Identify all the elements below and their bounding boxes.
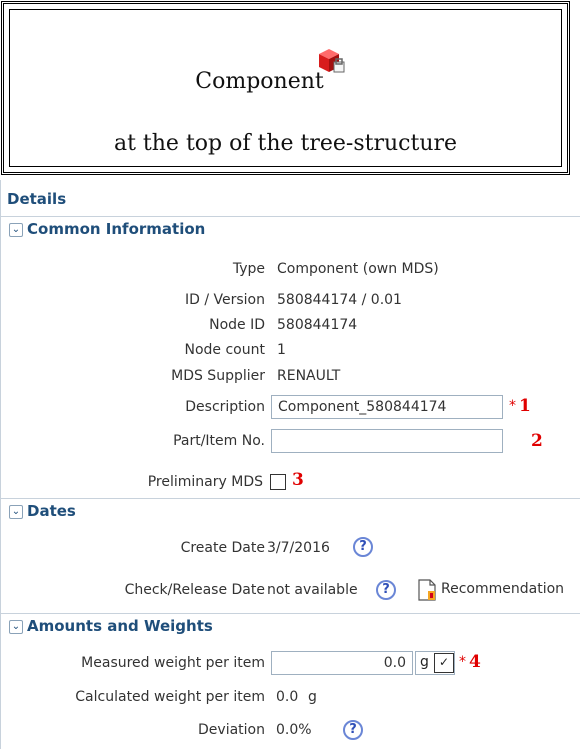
measured-weight-marker: 4 [469, 652, 481, 672]
description-input[interactable] [271, 395, 503, 419]
check-release-date-value: not available [267, 582, 358, 598]
section-dates-label: Dates [27, 502, 76, 520]
measured-required-star: * [459, 654, 466, 670]
measured-weight-input[interactable] [271, 651, 413, 675]
header-box: Component at the top of the tree-structu… [1, 1, 570, 175]
section-common-information[interactable]: ⌄ Common Information [1, 216, 580, 245]
mds-supplier-label: MDS Supplier [171, 368, 265, 384]
header-title: Component [4, 69, 567, 94]
check-release-date-label: Check/Release Date [124, 582, 265, 598]
component-cube-icon [319, 49, 345, 73]
description-required-star: * [509, 398, 516, 414]
details-title: Details [7, 190, 67, 208]
collapse-chevron-icon[interactable]: ⌄ [9, 223, 23, 237]
create-date-value: 3/7/2016 [267, 540, 330, 556]
node-id-value: 580844174 [277, 317, 358, 333]
chevron-down-icon[interactable]: ✓ [434, 653, 454, 673]
section-dates[interactable]: ⌄ Dates [1, 498, 580, 527]
part-item-input[interactable] [271, 429, 503, 453]
calculated-weight-value: 0.0 [276, 689, 299, 705]
section-amounts-weights[interactable]: ⌄ Amounts and Weights [1, 613, 580, 642]
create-date-label: Create Date [180, 540, 265, 556]
id-version-value: 580844174 / 0.01 [277, 292, 402, 308]
deviation-value: 0.0% [276, 722, 312, 738]
help-icon[interactable]: ? [353, 537, 373, 557]
preliminary-mds-checkbox[interactable] [270, 474, 286, 490]
recommendation-document-icon[interactable] [418, 579, 436, 601]
part-item-label: Part/Item No. [173, 433, 265, 449]
description-marker: 1 [519, 396, 531, 416]
part-item-marker: 2 [531, 431, 543, 451]
calculated-weight-unit: g [308, 689, 317, 705]
node-id-label: Node ID [209, 317, 265, 333]
deviation-label: Deviation [198, 722, 265, 738]
type-label: Type [232, 261, 265, 277]
header-title-text: Component [195, 69, 324, 94]
help-icon[interactable]: ? [376, 580, 396, 600]
recommendation-link[interactable]: Recommendation [441, 581, 564, 597]
header-subtitle: at the top of the tree-structure [113, 131, 458, 156]
details-panel: Details ⌄ Common Information Type Compon… [0, 180, 580, 749]
section-amounts-label: Amounts and Weights [27, 617, 213, 635]
preliminary-mds-label: Preliminary MDS [147, 474, 263, 490]
collapse-chevron-icon[interactable]: ⌄ [9, 505, 23, 519]
help-icon[interactable]: ? [343, 720, 363, 740]
id-version-label: ID / Version [184, 292, 265, 308]
section-common-label: Common Information [27, 220, 206, 238]
mds-supplier-value: RENAULT [277, 368, 341, 384]
node-count-value: 1 [277, 342, 286, 358]
collapse-chevron-icon[interactable]: ⌄ [9, 620, 23, 634]
node-count-label: Node count [184, 342, 266, 358]
weight-unit-value: g [420, 654, 429, 670]
measured-weight-label: Measured weight per item [81, 655, 265, 671]
type-value: Component (own MDS) [277, 261, 439, 277]
calculated-weight-label: Calculated weight per item [75, 689, 265, 705]
preliminary-mds-marker: 3 [292, 470, 304, 490]
description-label: Description [185, 399, 265, 415]
